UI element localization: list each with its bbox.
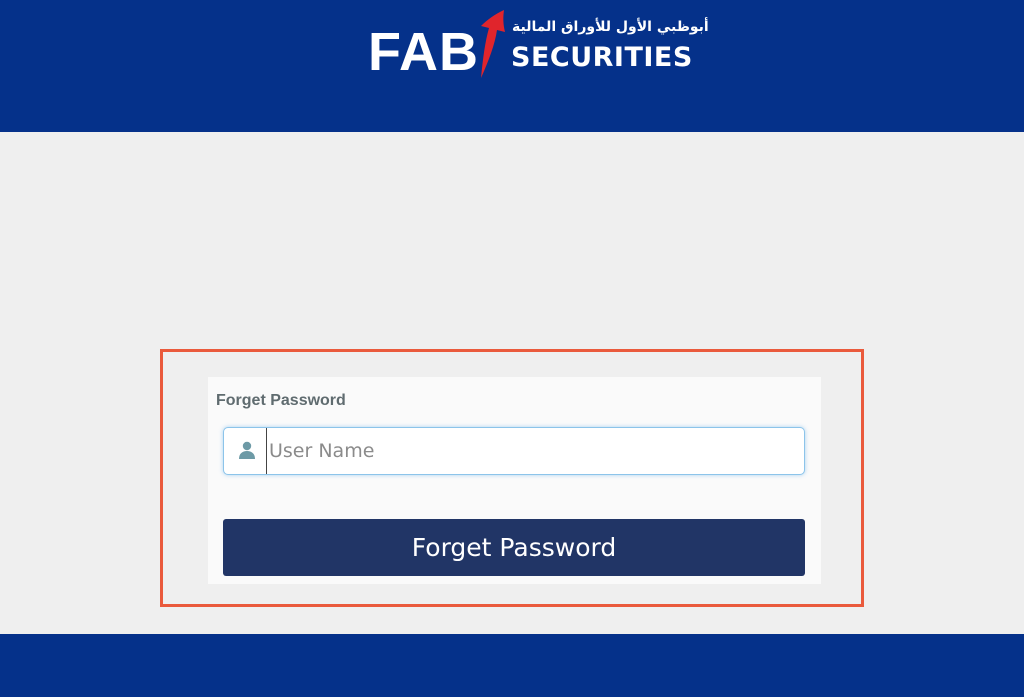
user-icon <box>239 441 255 459</box>
logo-fab-text: FAB <box>368 22 479 82</box>
header-bar: FAB أبوظبي الأول للأوراق المالية SECURIT… <box>0 0 1024 132</box>
username-field[interactable] <box>223 427 805 475</box>
forget-password-card: Forget Password Forget Password <box>208 377 821 584</box>
forget-password-button[interactable]: Forget Password <box>223 519 805 576</box>
fab-arrow-mark-icon <box>481 10 505 78</box>
logo-arabic-text: أبوظبي الأول للأوراق المالية <box>512 19 709 35</box>
forget-password-page: FAB أبوظبي الأول للأوراق المالية SECURIT… <box>0 0 1024 697</box>
username-input[interactable] <box>266 428 791 474</box>
form-title: Forget Password <box>216 392 346 409</box>
logo-securities-text: SECURITIES <box>511 42 693 73</box>
fab-securities-logo[interactable]: FAB أبوظبي الأول للأوراق المالية SECURIT… <box>368 8 709 82</box>
footer-bar <box>0 634 1024 697</box>
